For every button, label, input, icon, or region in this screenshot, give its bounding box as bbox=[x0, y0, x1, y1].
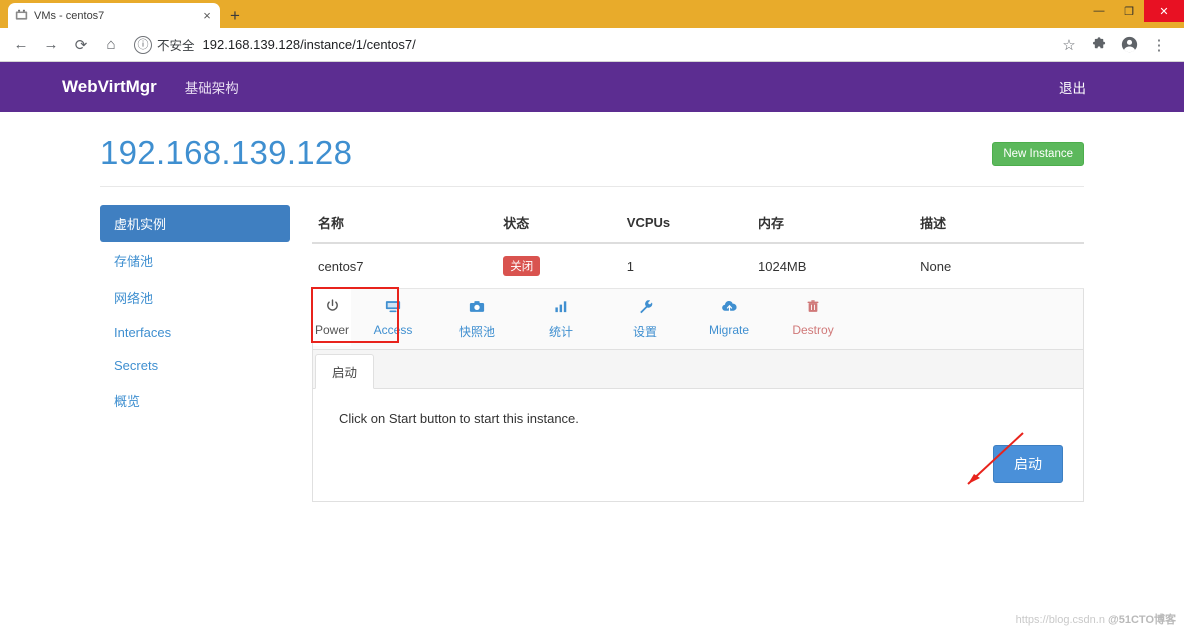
cell-instance-vcpus: 1 bbox=[620, 243, 753, 289]
power-action-wrapper: Power bbox=[311, 287, 399, 349]
watermark: https://blog.csdn.n @51CTO博客 bbox=[1016, 611, 1176, 627]
tab-start[interactable]: 启动 bbox=[315, 354, 375, 389]
page-title: 192.168.139.128 bbox=[100, 134, 353, 171]
watermark-url: https://blog.csdn.n bbox=[1015, 614, 1105, 626]
instance-action-bar: Power Access 快照池 统计 设置 Migrate Destroy bbox=[311, 287, 1084, 350]
action-snapshots[interactable]: 快照池 bbox=[435, 289, 520, 349]
browser-toolbar: ← → ⟳ ⌂ ⓘ 不安全 192.168.139.128/instance/1… bbox=[0, 28, 1184, 62]
power-icon bbox=[315, 299, 349, 319]
action-destroy[interactable]: Destroy bbox=[771, 289, 856, 349]
wrench-icon bbox=[605, 299, 685, 319]
cell-instance-description: None bbox=[914, 243, 1084, 289]
window-maximize-icon[interactable]: ❐ bbox=[1114, 0, 1144, 22]
column-header-memory: 内存 bbox=[752, 205, 915, 244]
action-access-label: Access bbox=[373, 323, 413, 337]
action-stats-label: 统计 bbox=[549, 325, 574, 339]
window-minimize-icon[interactable]: — bbox=[1084, 0, 1114, 22]
sidebar-item-network[interactable]: 网络池 bbox=[100, 279, 290, 316]
page-container: 192.168.139.128 New Instance 虚机实例 存储池 网络… bbox=[80, 112, 1104, 502]
status-badge: 关闭 bbox=[503, 256, 541, 276]
new-tab-icon[interactable]: + bbox=[230, 7, 240, 24]
reload-icon[interactable]: ⟳ bbox=[68, 32, 94, 58]
power-panel: 启动 Click on Start button to start this i… bbox=[312, 350, 1084, 502]
window-close-icon[interactable]: ✕ bbox=[1144, 0, 1184, 22]
column-header-status: 状态 bbox=[497, 205, 621, 244]
nav-item-infrastructure[interactable]: 基础架构 bbox=[185, 77, 239, 97]
page-body: 虚机实例 存储池 网络池 Interfaces Secrets 概览 名称 状态… bbox=[100, 187, 1084, 502]
new-instance-button[interactable]: New Instance bbox=[992, 142, 1084, 166]
action-migrate-label: Migrate bbox=[709, 323, 750, 337]
content-area: 名称 状态 VCPUs 内存 描述 centos7 关闭 1 1024MB No… bbox=[290, 205, 1084, 502]
start-instance-button[interactable]: 启动 bbox=[993, 445, 1063, 483]
camera-icon bbox=[437, 299, 517, 319]
monitor-icon bbox=[353, 299, 433, 319]
action-power[interactable]: Power bbox=[313, 289, 352, 346]
cloud-upload-icon bbox=[689, 299, 769, 319]
action-destroy-label: Destroy bbox=[792, 323, 834, 337]
cell-instance-memory: 1024MB bbox=[752, 243, 915, 289]
panel-message: Click on Start button to start this inst… bbox=[339, 411, 579, 426]
cell-instance-status: 关闭 bbox=[497, 243, 621, 289]
column-header-name: 名称 bbox=[312, 205, 498, 244]
bookmark-star-icon[interactable]: ☆ bbox=[1056, 32, 1082, 58]
sidebar-item-overview[interactable]: 概览 bbox=[100, 382, 290, 419]
browser-tab-strip: VMs - centos7 × + — ❐ ✕ bbox=[0, 0, 1184, 28]
window-controls: — ❐ ✕ bbox=[1084, 0, 1184, 22]
sidebar-item-storage[interactable]: 存储池 bbox=[100, 242, 290, 279]
sidebar-item-instances[interactable]: 虚机实例 bbox=[100, 205, 290, 242]
action-settings-label: 设置 bbox=[633, 325, 658, 339]
column-header-vcpus: VCPUs bbox=[620, 205, 753, 244]
panel-body: Click on Start button to start this inst… bbox=[313, 389, 1083, 501]
trash-icon bbox=[773, 299, 853, 319]
sidebar-item-secrets[interactable]: Secrets bbox=[100, 349, 290, 382]
security-status-label: 不安全 bbox=[157, 39, 195, 53]
web-page: WebVirtMgr 基础架构 退出 192.168.139.128 New I… bbox=[0, 62, 1184, 631]
cell-instance-name[interactable]: centos7 bbox=[312, 243, 498, 289]
panel-tab-strip: 启动 bbox=[313, 350, 1083, 389]
address-bar[interactable]: ⓘ 不安全 192.168.139.128/instance/1/centos7… bbox=[134, 33, 1050, 57]
profile-avatar-icon[interactable] bbox=[1116, 32, 1142, 58]
action-snapshots-label: 快照池 bbox=[459, 325, 496, 339]
table-row[interactable]: centos7 关闭 1 1024MB None bbox=[312, 243, 1084, 289]
action-settings[interactable]: 设置 bbox=[603, 289, 688, 349]
page-header: 192.168.139.128 New Instance bbox=[100, 112, 1084, 187]
sidebar-item-interfaces[interactable]: Interfaces bbox=[100, 316, 290, 349]
browser-menu-icon[interactable]: ⋮ bbox=[1146, 32, 1172, 58]
home-icon[interactable]: ⌂ bbox=[98, 32, 124, 58]
toolbar-right-icons: ☆ ⋮ bbox=[1056, 32, 1176, 58]
tab-close-icon[interactable]: × bbox=[200, 9, 214, 23]
table-header-row: 名称 状态 VCPUs 内存 描述 bbox=[312, 205, 1084, 244]
bar-chart-icon bbox=[521, 299, 601, 319]
browser-tab-title: VMs - centos7 bbox=[34, 9, 105, 22]
watermark-brand: @51CTO博客 bbox=[1108, 614, 1176, 626]
instances-table: 名称 状态 VCPUs 内存 描述 centos7 关闭 1 1024MB No… bbox=[312, 205, 1084, 289]
app-brand[interactable]: WebVirtMgr bbox=[62, 77, 157, 97]
url-text: 192.168.139.128/instance/1/centos7/ bbox=[202, 37, 416, 52]
action-stats[interactable]: 统计 bbox=[519, 289, 604, 349]
action-power-label: Power bbox=[315, 323, 350, 337]
app-favicon-icon bbox=[14, 9, 28, 23]
action-migrate[interactable]: Migrate bbox=[687, 289, 772, 349]
app-navbar: WebVirtMgr 基础架构 退出 bbox=[0, 62, 1184, 112]
browser-tab[interactable]: VMs - centos7 × bbox=[8, 3, 220, 28]
forward-icon[interactable]: → bbox=[38, 32, 64, 58]
site-info-icon[interactable]: ⓘ bbox=[134, 35, 152, 54]
back-icon[interactable]: ← bbox=[8, 32, 34, 58]
action-access[interactable]: Access bbox=[351, 289, 436, 349]
column-header-description: 描述 bbox=[914, 205, 1084, 244]
extensions-puzzle-icon[interactable] bbox=[1086, 32, 1112, 58]
sidebar: 虚机实例 存储池 网络池 Interfaces Secrets 概览 bbox=[100, 205, 290, 502]
nav-logout-link[interactable]: 退出 bbox=[1059, 77, 1086, 97]
